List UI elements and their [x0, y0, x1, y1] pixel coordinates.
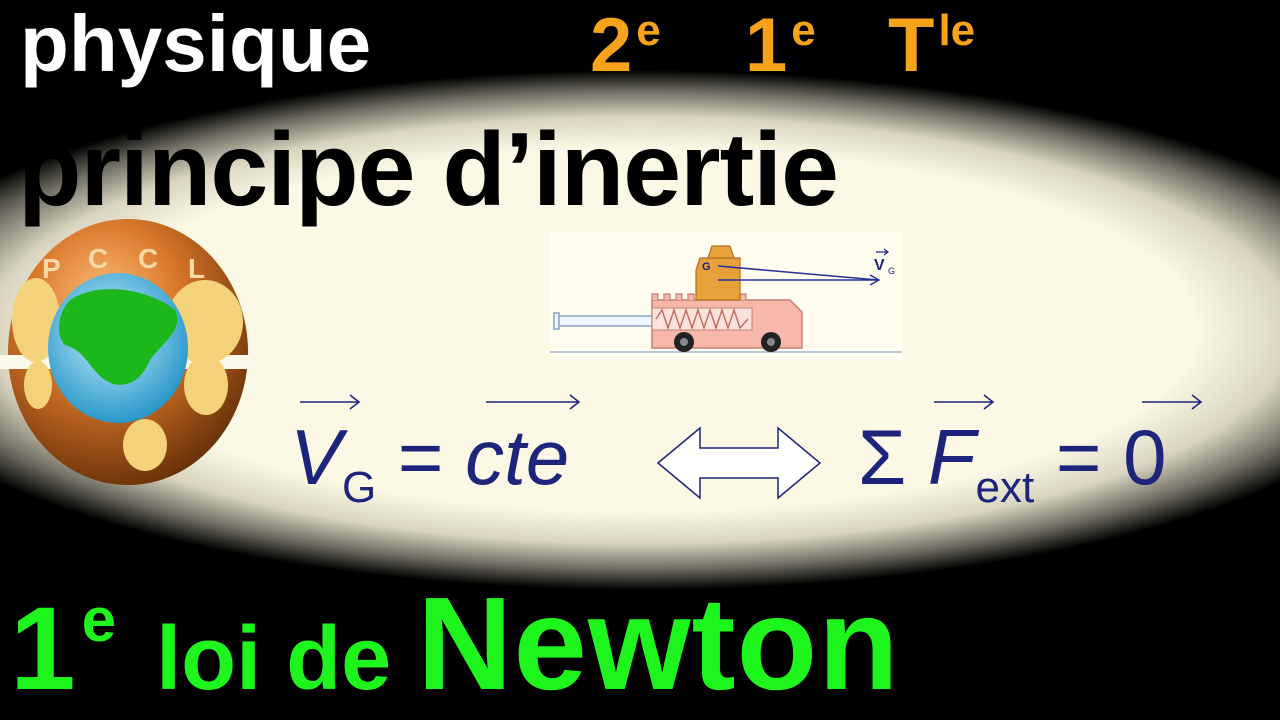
eq-equals: = 0 — [1034, 413, 1167, 501]
vector-arrows — [300, 394, 1203, 410]
footer-number: 1 — [10, 583, 76, 715]
logo-letter: C — [88, 243, 108, 274]
equivalence-arrow-icon — [656, 426, 822, 500]
v-label: V — [874, 257, 885, 274]
thumbnail: physique 2e 1e Tle principe d’inertie P … — [0, 0, 1280, 720]
eq-sub: ext — [975, 463, 1035, 512]
v-sub-label: G — [888, 266, 895, 276]
g-label: G — [702, 261, 711, 273]
vector-arrow-icon — [934, 394, 995, 410]
equation-forces: Σ Fext = 0 — [858, 418, 1167, 510]
logo-letter: C — [138, 243, 158, 274]
footer-middle: loi de — [156, 609, 392, 709]
eq-sub: G — [342, 463, 377, 512]
logo-letter: P — [42, 253, 61, 284]
footer-name: Newton — [417, 570, 900, 717]
vector-arrow-icon — [1142, 394, 1203, 410]
eq-sigma: Σ — [858, 413, 907, 501]
inertia-diagram: G V G — [550, 233, 902, 360]
plunger-rod — [555, 315, 657, 327]
logo-globe-icon: P C C L — [0, 219, 260, 485]
footer-sup: e — [81, 586, 117, 655]
footer-title: 1e loi de Newton — [10, 578, 900, 710]
equation-velocity: VG = cte — [290, 418, 569, 510]
vector-arrow-icon — [300, 394, 361, 410]
eq-value: cte — [465, 413, 570, 501]
eq-equals: = — [376, 413, 466, 501]
eq-var: F — [927, 413, 976, 501]
vector-arrow-icon — [486, 394, 581, 410]
eq-var: V — [290, 413, 343, 501]
logo-letter: L — [188, 253, 205, 284]
